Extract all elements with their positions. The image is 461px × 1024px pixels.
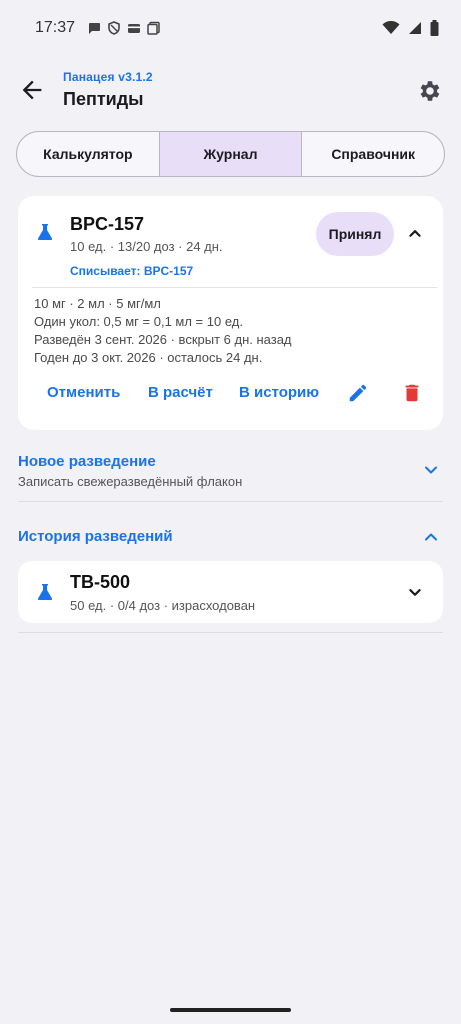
detail-line: Разведён 3 сент. 2026 · вскрыт 6 дн. наз… [34,332,292,347]
detail-line: 10 мг · 2 мл · 5 мг/мл [34,296,161,311]
history-title: История разведений [18,528,173,545]
page-title: Пептиды [63,89,144,109]
app-version: Панацея v3.1.2 [63,70,153,84]
status-time: 17:37 [35,19,76,36]
to-history-button[interactable]: В историю [239,384,319,401]
card-icon [128,24,141,33]
chevron-up-icon[interactable] [421,527,441,547]
chat-bubble-icon [89,23,101,34]
new-dilution-title: Новое разведение [18,453,156,470]
home-indicator[interactable] [170,1008,291,1012]
battery-icon [430,20,439,36]
app-bar: Панацея v3.1.2 Пептиды [0,62,461,124]
divider [18,632,443,633]
wifi-icon [382,21,400,34]
vial-summary: 10 ед. · 13/20 доз · 24 дн. [70,239,223,254]
back-arrow-icon[interactable] [18,76,46,104]
status-bar: 17:37 [0,0,461,56]
trash-icon[interactable] [401,382,423,404]
tab-reference[interactable]: Справочник [302,132,444,176]
history-item-summary: 50 ед. · 0/4 доз · израсходован [70,598,256,613]
new-dilution-section[interactable]: Новое разведение Записать свежеразведённ… [18,453,443,489]
chevron-down-icon[interactable] [421,460,441,480]
active-vial-card: BPC-157 10 ед. · 13/20 доз · 24 дн. Спис… [18,196,443,430]
detail-line: Годен до 3 окт. 2026 · осталось 24 дн. [34,350,263,365]
divider [18,501,443,502]
taken-button[interactable]: Принял [316,212,394,256]
shield-icon [108,21,120,35]
signal-icon [409,22,421,34]
divider [32,287,437,288]
segmented-tabs: Калькулятор Журнал Справочник [16,131,445,177]
history-section[interactable]: История разведений [18,528,443,545]
history-item[interactable]: TB-500 50 ед. · 0/4 доз · израсходован [18,561,443,623]
pencil-icon[interactable] [347,382,369,404]
deducting-label[interactable]: Списывает: BPC-157 [70,264,193,278]
vial-details: 10 мг · 2 мл · 5 мг/мл Один укол: 0,5 мг… [34,295,292,367]
chevron-down-icon[interactable] [404,581,426,603]
flask-icon [37,224,53,240]
detail-line: Один укол: 0,5 мг = 0,1 мл = 10 ед. [34,314,243,329]
vial-name: BPC-157 [70,214,145,234]
to-calculation-button[interactable]: В расчёт [148,384,213,401]
vial-actions: Отменить В расчёт В историю [18,382,443,406]
tab-calculator[interactable]: Калькулятор [17,132,160,176]
stack-icon [147,21,160,35]
tab-journal[interactable]: Журнал [159,132,303,176]
new-dilution-subtitle: Записать свежеразведённый флакон [18,474,243,489]
chevron-up-icon[interactable] [404,222,426,244]
gear-icon[interactable] [416,78,442,104]
cancel-button[interactable]: Отменить [47,384,120,401]
history-item-name: TB-500 [70,572,131,592]
flask-icon [37,584,53,600]
